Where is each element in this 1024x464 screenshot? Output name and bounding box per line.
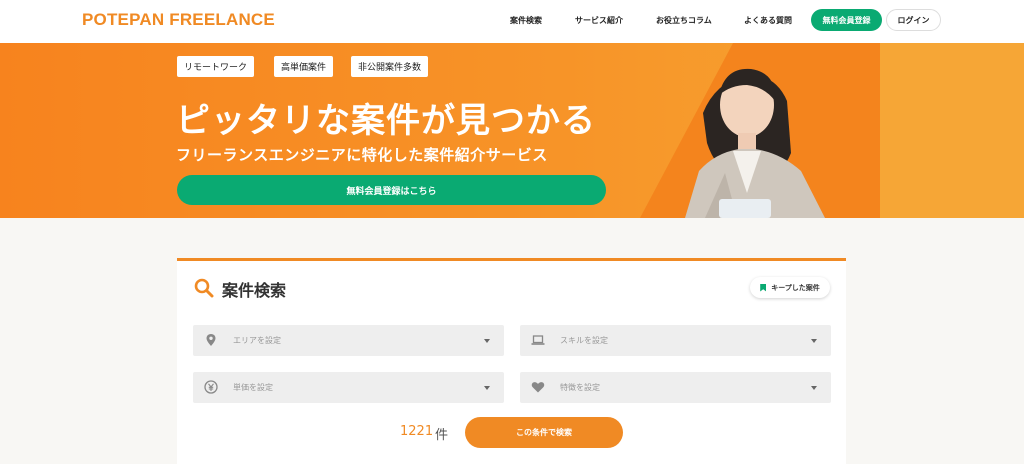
hero-tag: 非公開案件多数 [351,56,429,77]
hero-person-image [685,68,825,218]
search-submit-button[interactable]: この条件で検索 [465,417,623,448]
area-select[interactable]: エリアを設定 [193,325,504,356]
hero-decoration [880,43,1024,218]
price-select-label: 単価を設定 [233,383,273,392]
feature-select-label: 特徴を設定 [560,383,600,392]
hero-banner: リモートワーク 高単価案件 非公開案件多数 ピッタリな案件が見つかる フリーラン… [0,43,1024,218]
search-panel-title: 案件検索 [222,281,287,300]
nav-item-column[interactable]: お役立ちコラム [656,15,712,26]
feature-select[interactable]: 特徴を設定 [520,372,831,403]
site-logo[interactable]: POTEPAN FREELANCE [82,10,275,30]
skill-select[interactable]: スキルを設定 [520,325,831,356]
result-count: 1221 [400,424,434,439]
site-header: POTEPAN FREELANCE 案件検索 サービス紹介 お役立ちコラム よく… [0,0,1024,43]
yen-icon [204,380,218,394]
result-count-unit: 件 [435,428,449,443]
hero-subtitle: フリーランスエンジニアに特化した案件紹介サービス [176,146,548,164]
laptop-icon [531,335,545,345]
hero-tag: リモートワーク [177,56,255,77]
skill-select-label: スキルを設定 [560,336,608,345]
chevron-down-icon [811,339,817,343]
location-pin-icon [206,334,216,346]
price-select[interactable]: 単価を設定 [193,372,504,403]
kept-jobs-button[interactable]: キープした案件 [750,277,830,298]
login-button[interactable]: ログイン [886,9,941,31]
nav-item-job-search[interactable]: 案件検索 [510,15,542,26]
bookmark-icon [760,283,767,292]
heart-icon [531,382,545,393]
search-icon [194,278,214,298]
hero-register-button[interactable]: 無料会員登録はこちら [177,175,606,205]
kept-jobs-label: キープした案件 [771,283,820,292]
register-button[interactable]: 無料会員登録 [811,9,882,31]
nav-item-faq[interactable]: よくある質問 [744,15,792,26]
chevron-down-icon [484,339,490,343]
chevron-down-icon [811,386,817,390]
hero-title: ピッタリな案件が見つかる [176,101,596,141]
job-search-panel: 案件検索 キープした案件 エリアを設定 スキルを設定 単価を設定 特徴を設定 1… [177,258,846,464]
hero-tag: 高単価案件 [274,56,334,77]
nav-item-service[interactable]: サービス紹介 [575,15,623,26]
area-select-label: エリアを設定 [233,336,281,345]
chevron-down-icon [484,386,490,390]
